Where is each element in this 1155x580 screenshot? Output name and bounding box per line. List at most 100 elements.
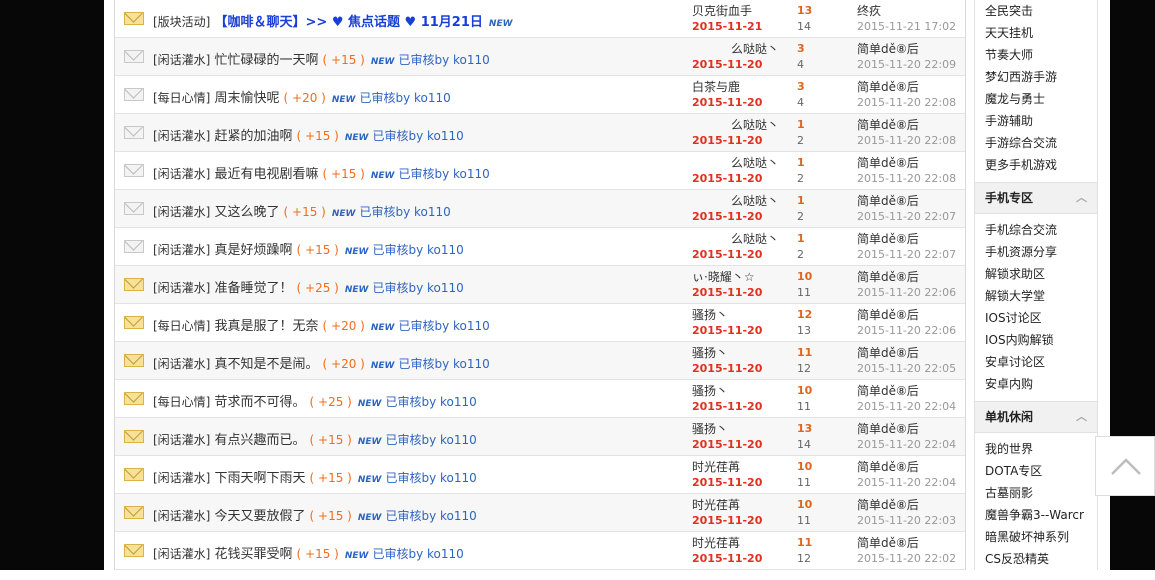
last-post-user-link[interactable]: 简单dě⑧后 bbox=[857, 459, 965, 475]
sidebar-item[interactable]: 梦幻西游手游 bbox=[975, 66, 1097, 88]
last-post-time[interactable]: 2015-11-20 22:04 bbox=[857, 475, 965, 491]
last-post-time[interactable]: 2015-11-20 22:09 bbox=[857, 57, 965, 73]
last-post-user-link[interactable]: 简单dě⑧后 bbox=[857, 231, 965, 247]
last-post-user-link[interactable]: 简单dě⑧后 bbox=[857, 535, 965, 551]
thread-title-link[interactable]: 花钱买罪受啊 bbox=[215, 547, 293, 562]
sidebar-item[interactable]: 手游辅助 bbox=[975, 110, 1097, 132]
last-post-time[interactable]: 2015-11-20 22:04 bbox=[857, 437, 965, 453]
thread-title-link[interactable]: 有点兴趣而已。 bbox=[215, 433, 306, 448]
thread-category[interactable]: [闲话灌水] bbox=[153, 433, 210, 447]
author-name-link[interactable]: 么哒哒丶 bbox=[692, 231, 782, 247]
author-name-link[interactable]: ぃ·晓耀丶☆ bbox=[692, 269, 782, 285]
author-name-link[interactable]: 骚扬丶 bbox=[692, 383, 782, 399]
thread-category[interactable]: [闲话灌水] bbox=[153, 357, 210, 371]
sidebar-item[interactable]: 节奏大师 bbox=[975, 44, 1097, 66]
sidebar-item[interactable]: IOS内购解锁 bbox=[975, 329, 1097, 351]
last-post-user-link[interactable]: 简单dě⑧后 bbox=[857, 421, 965, 437]
sidebar-item[interactable]: 安卓内购 bbox=[975, 373, 1097, 395]
sidebar-item[interactable]: 暗黑破坏神系列 bbox=[975, 526, 1097, 548]
thread-title-link[interactable]: 最近有电视剧看嘛 bbox=[215, 167, 319, 182]
thread-category[interactable]: [闲话灌水] bbox=[153, 471, 210, 485]
thread-category[interactable]: [每日心情] bbox=[153, 319, 210, 333]
last-post-time[interactable]: 2015-11-20 22:08 bbox=[857, 171, 965, 187]
thread-category[interactable]: [闲话灌水] bbox=[153, 129, 210, 143]
thread-title-link[interactable]: 周末愉快呢 bbox=[215, 91, 280, 106]
author-name-link[interactable]: 么哒哒丶 bbox=[692, 193, 782, 209]
sidebar-item[interactable]: 天天挂机 bbox=[975, 22, 1097, 44]
author-name-link[interactable]: 白茶与鹿 bbox=[692, 79, 782, 95]
chevron-up-icon[interactable]: ︿ bbox=[1076, 183, 1087, 213]
thread-category[interactable]: [闲话灌水] bbox=[153, 547, 210, 561]
author-name-link[interactable]: 么哒哒丶 bbox=[692, 117, 782, 133]
thread-title-link[interactable]: 今天又要放假了 bbox=[215, 509, 306, 524]
last-post-time[interactable]: 2015-11-20 22:05 bbox=[857, 361, 965, 377]
sidebar-item[interactable]: 更多手机游戏 bbox=[975, 154, 1097, 176]
thread-title-link[interactable]: 准备睡觉了！ bbox=[215, 281, 293, 296]
last-post-time[interactable]: 2015-11-20 22:03 bbox=[857, 513, 965, 529]
thread-category[interactable]: [闲话灌水] bbox=[153, 243, 210, 257]
thread-category[interactable]: [闲话灌水] bbox=[153, 53, 210, 67]
last-post-time[interactable]: 2015-11-20 22:08 bbox=[857, 133, 965, 149]
last-post-time[interactable]: 2015-11-21 17:02 bbox=[857, 19, 965, 35]
sidebar-item[interactable]: CS反恐精英 bbox=[975, 548, 1097, 570]
author-name-link[interactable]: 么哒哒丶 bbox=[692, 41, 782, 57]
sidebar-item[interactable]: 我的世界 bbox=[975, 438, 1097, 460]
author-name-link[interactable]: 时光荏苒 bbox=[692, 459, 782, 475]
author-name-link[interactable]: 贝克街血手 bbox=[692, 3, 782, 19]
thread-title-link[interactable]: 【咖啡＆聊天】>> ♥ 焦点话题 ♥ 11月21日 bbox=[215, 15, 483, 30]
sidebar-section-header[interactable]: 手机专区 ︿ bbox=[975, 182, 1097, 214]
last-post-user-link[interactable]: 终疚 bbox=[857, 3, 965, 19]
thread-title-link[interactable]: 苛求而不可得。 bbox=[215, 395, 306, 410]
sidebar-item[interactable]: 古墓丽影 bbox=[975, 482, 1097, 504]
last-post-time[interactable]: 2015-11-20 22:02 bbox=[857, 551, 965, 567]
author-name-link[interactable]: 骚扬丶 bbox=[692, 307, 782, 323]
last-post-time[interactable]: 2015-11-20 22:06 bbox=[857, 323, 965, 339]
thread-title-link[interactable]: 真是好烦躁啊 bbox=[215, 243, 293, 258]
thread-category[interactable]: [闲话灌水] bbox=[153, 281, 210, 295]
last-post-time[interactable]: 2015-11-20 22:06 bbox=[857, 285, 965, 301]
sidebar-item[interactable]: 全民突击 bbox=[975, 0, 1097, 22]
sidebar-section-header[interactable]: 单机休闲 ︿ bbox=[975, 401, 1097, 433]
last-post-user-link[interactable]: 简单dě⑧后 bbox=[857, 41, 965, 57]
sidebar-item[interactable]: 手机综合交流 bbox=[975, 219, 1097, 241]
sidebar-item[interactable]: DOTA专区 bbox=[975, 460, 1097, 482]
sidebar-item[interactable]: 解锁大学堂 bbox=[975, 285, 1097, 307]
last-post-user-link[interactable]: 简单dě⑧后 bbox=[857, 307, 965, 323]
last-post-user-link[interactable]: 简单dě⑧后 bbox=[857, 345, 965, 361]
author-name-link[interactable]: 骚扬丶 bbox=[692, 345, 782, 361]
sidebar-item[interactable]: 安卓讨论区 bbox=[975, 351, 1097, 373]
last-post-user-link[interactable]: 简单dě⑧后 bbox=[857, 193, 965, 209]
last-post-time[interactable]: 2015-11-20 22:07 bbox=[857, 209, 965, 225]
thread-category[interactable]: [每日心情] bbox=[153, 91, 210, 105]
sidebar-item[interactable]: 手游综合交流 bbox=[975, 132, 1097, 154]
sidebar-item[interactable]: 手机资源分享 bbox=[975, 241, 1097, 263]
last-post-user-link[interactable]: 简单dě⑧后 bbox=[857, 269, 965, 285]
thread-title-link[interactable]: 真不知是不是闹。 bbox=[215, 357, 319, 372]
author-name-link[interactable]: 时光荏苒 bbox=[692, 497, 782, 513]
last-post-user-link[interactable]: 简单dě⑧后 bbox=[857, 155, 965, 171]
last-post-time[interactable]: 2015-11-20 22:08 bbox=[857, 95, 965, 111]
last-post-time[interactable]: 2015-11-20 22:07 bbox=[857, 247, 965, 263]
last-post-time[interactable]: 2015-11-20 22:04 bbox=[857, 399, 965, 415]
thread-title-link[interactable]: 我真是服了！无奈 bbox=[215, 319, 319, 334]
last-post-user-link[interactable]: 简单dě⑧后 bbox=[857, 497, 965, 513]
thread-title-link[interactable]: 下雨天啊下雨天 bbox=[215, 471, 306, 486]
chevron-up-icon[interactable]: ︿ bbox=[1076, 402, 1087, 432]
thread-title-link[interactable]: 赶紧的加油啊 bbox=[215, 129, 293, 144]
sidebar-item[interactable]: 解锁求助区 bbox=[975, 263, 1097, 285]
last-post-user-link[interactable]: 简单dě⑧后 bbox=[857, 117, 965, 133]
author-name-link[interactable]: 么哒哒丶 bbox=[692, 155, 782, 171]
thread-category[interactable]: [闲话灌水] bbox=[153, 167, 210, 181]
last-post-user-link[interactable]: 简单dě⑧后 bbox=[857, 79, 965, 95]
back-to-top-button[interactable] bbox=[1095, 436, 1155, 496]
sidebar-item[interactable]: 魔兽争霸3--Warcr bbox=[975, 504, 1097, 526]
last-post-user-link[interactable]: 简单dě⑧后 bbox=[857, 383, 965, 399]
thread-title-link[interactable]: 忙忙碌碌的一天啊 bbox=[215, 53, 319, 68]
sidebar-item[interactable]: IOS讨论区 bbox=[975, 307, 1097, 329]
author-name-link[interactable]: 时光荏苒 bbox=[692, 535, 782, 551]
thread-category[interactable]: [闲话灌水] bbox=[153, 509, 210, 523]
thread-title-link[interactable]: 又这么晚了 bbox=[215, 205, 280, 220]
thread-category[interactable]: [闲话灌水] bbox=[153, 205, 210, 219]
thread-category[interactable]: [每日心情] bbox=[153, 395, 210, 409]
sidebar-item[interactable]: 魔龙与勇士 bbox=[975, 88, 1097, 110]
